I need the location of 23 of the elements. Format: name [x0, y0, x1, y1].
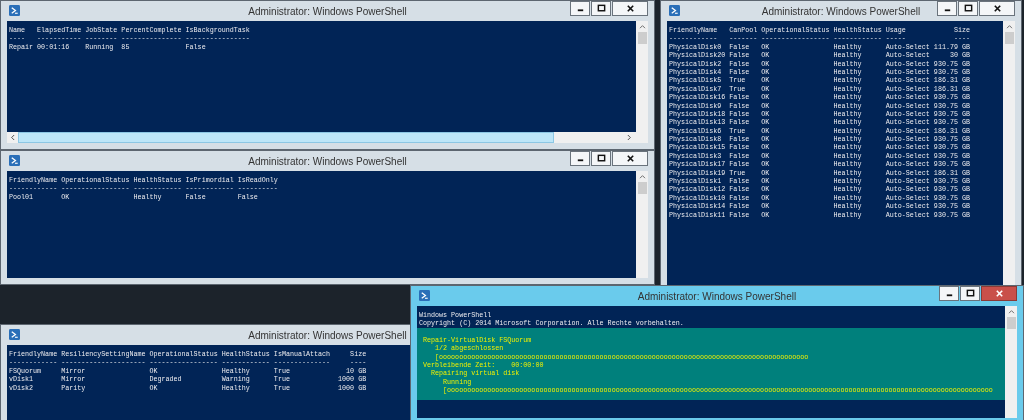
scroll-thumb[interactable] [1006, 317, 1016, 329]
close-icon [625, 4, 635, 13]
minimize-button[interactable] [939, 286, 959, 301]
window-title: Administrator: Windows PowerShell [248, 329, 407, 341]
window-title: Administrator: Windows PowerShell [248, 5, 407, 17]
close-button[interactable] [981, 286, 1017, 301]
maximize-icon [963, 4, 973, 13]
maximize-button[interactable] [960, 286, 980, 301]
window-title: Administrator: Windows PowerShell [637, 290, 797, 302]
prompt-icon [9, 155, 20, 166]
close-icon [625, 154, 635, 163]
window-title: Administrator: Windows PowerShell [761, 5, 921, 17]
prompt-icon [669, 5, 680, 16]
vertical-scrollbar[interactable] [1005, 306, 1017, 418]
maximize-icon [965, 289, 975, 298]
close-icon [992, 4, 1002, 13]
maximize-icon [596, 4, 606, 13]
prompt-icon [9, 329, 20, 340]
prompt-icon [9, 5, 20, 16]
window-title: Administrator: Windows PowerShell [248, 155, 407, 167]
close-icon [994, 289, 1004, 298]
prompt-icon [419, 290, 430, 301]
maximize-icon [596, 154, 606, 163]
